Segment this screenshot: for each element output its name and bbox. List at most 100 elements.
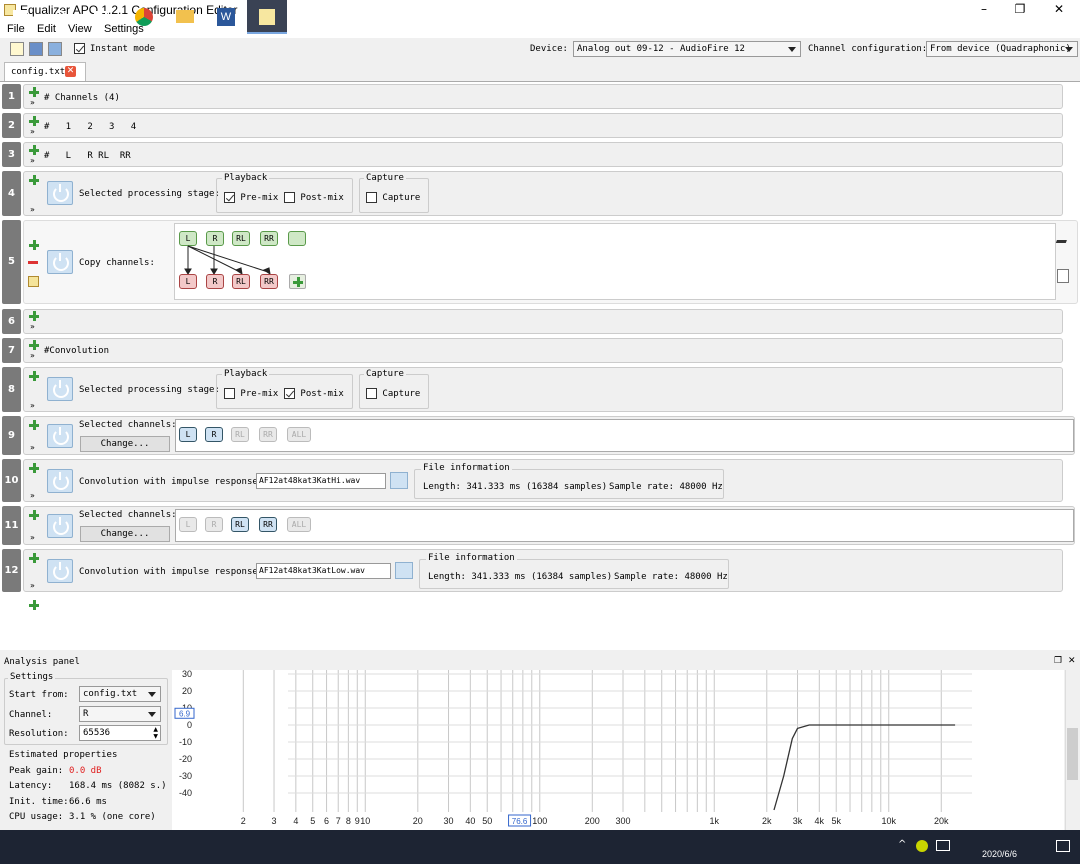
- open-file-icon[interactable]: [390, 472, 408, 489]
- add-icon[interactable]: [29, 371, 39, 381]
- power-icon[interactable]: [47, 514, 73, 538]
- close-panel-icon[interactable]: ✕: [1068, 656, 1076, 666]
- minimize-button[interactable]: –: [965, 0, 1003, 20]
- add-icon[interactable]: [29, 145, 39, 155]
- expand-icon[interactable]: »: [30, 352, 35, 360]
- add-icon[interactable]: [29, 420, 39, 430]
- add-icon[interactable]: [29, 116, 39, 126]
- channel-r[interactable]: R: [205, 427, 223, 442]
- windows-start-icon[interactable]: [0, 0, 40, 34]
- open-file-icon[interactable]: [395, 562, 413, 579]
- close-button[interactable]: ✕: [1040, 0, 1078, 20]
- add-filter-icon[interactable]: [29, 600, 39, 610]
- tray-app-icon[interactable]: [916, 840, 928, 852]
- tab-config[interactable]: config.txt ✕: [4, 62, 86, 81]
- premix-checkbox[interactable]: Pre-mix: [224, 388, 278, 399]
- notes-icon[interactable]: [1057, 269, 1069, 283]
- maximize-button[interactable]: ❐: [1001, 0, 1039, 20]
- add-icon[interactable]: [29, 175, 39, 185]
- add-icon[interactable]: [29, 240, 39, 250]
- expand-icon[interactable]: »: [30, 444, 35, 452]
- chevron-down-icon: [148, 712, 156, 717]
- channel-config-select[interactable]: From device (Quadraphonic): [926, 41, 1078, 57]
- power-icon[interactable]: [47, 469, 73, 493]
- impulse-file-input[interactable]: AF12at48kat3KatLow.wav: [256, 563, 391, 579]
- open-file-icon[interactable]: [29, 42, 43, 56]
- channel-all[interactable]: ALL: [287, 517, 311, 532]
- frequency-response-chart[interactable]: 3020100-10-20-30-40234567891020304050100…: [172, 670, 1064, 830]
- tray-chevron-icon[interactable]: ^: [898, 839, 906, 850]
- convolution-label: Convolution with impulse response:: [79, 477, 264, 487]
- add-target-button[interactable]: [289, 274, 306, 289]
- save-file-icon[interactable]: [48, 42, 62, 56]
- channel-select[interactable]: R: [79, 706, 161, 722]
- vertical-scrollbar[interactable]: [1065, 670, 1078, 830]
- search-icon[interactable]: [41, 0, 81, 34]
- task-view-icon[interactable]: [81, 0, 121, 34]
- channel-all[interactable]: ALL: [287, 427, 311, 442]
- power-icon[interactable]: [47, 559, 73, 583]
- premix-checkbox[interactable]: Pre-mix: [224, 192, 278, 203]
- notification-icon[interactable]: [1056, 840, 1070, 852]
- add-icon[interactable]: [29, 510, 39, 520]
- expand-icon[interactable]: »: [30, 492, 35, 500]
- spinner-icon[interactable]: ▲ ▼: [153, 726, 158, 740]
- channel-rl[interactable]: RL: [231, 517, 249, 532]
- power-icon[interactable]: [47, 424, 73, 448]
- chrome-icon[interactable]: [124, 0, 164, 34]
- device-select[interactable]: Analog out 09-12 - AudioFire 12: [573, 41, 801, 57]
- row-text[interactable]: #Convolution: [44, 346, 109, 356]
- channel-rr[interactable]: RR: [259, 517, 277, 532]
- add-icon[interactable]: [29, 311, 39, 321]
- target-channel-l[interactable]: L: [179, 274, 197, 289]
- postmix-checkbox[interactable]: Post-mix: [284, 388, 344, 399]
- new-file-icon[interactable]: [10, 42, 24, 56]
- remove-icon[interactable]: [28, 261, 38, 264]
- change-button[interactable]: Change...: [80, 436, 170, 452]
- add-icon[interactable]: [29, 463, 39, 473]
- expand-icon[interactable]: »: [30, 534, 35, 542]
- start-from-select[interactable]: config.txt: [79, 686, 161, 702]
- expand-icon[interactable]: »: [30, 582, 35, 590]
- power-icon[interactable]: [47, 181, 73, 205]
- tray-clock[interactable]: 2020/6/6: [982, 849, 1017, 859]
- word-icon[interactable]: W: [206, 0, 246, 34]
- row-number: 2: [2, 113, 21, 138]
- add-icon[interactable]: [29, 340, 39, 350]
- channel-r[interactable]: R: [205, 517, 223, 532]
- power-icon[interactable]: [47, 377, 73, 401]
- channel-l[interactable]: L: [179, 517, 197, 532]
- row-text[interactable]: # L R RL RR: [44, 151, 131, 161]
- target-channel-r[interactable]: R: [206, 274, 224, 289]
- resolution-spinbox[interactable]: 65536 ▲ ▼: [79, 725, 161, 741]
- expand-icon[interactable]: »: [30, 157, 35, 165]
- channel-rr[interactable]: RR: [259, 427, 277, 442]
- add-icon[interactable]: [29, 553, 39, 563]
- equalizer-apo-icon[interactable]: [247, 0, 287, 34]
- expand-icon[interactable]: »: [30, 402, 35, 410]
- edit-icon[interactable]: [28, 276, 39, 287]
- expand-icon[interactable]: »: [30, 99, 35, 107]
- tab-close-icon[interactable]: ✕: [65, 66, 76, 77]
- expand-icon[interactable]: »: [30, 128, 35, 136]
- float-panel-icon[interactable]: ❐: [1054, 656, 1062, 666]
- channel-rl[interactable]: RL: [231, 427, 249, 442]
- expand-icon[interactable]: »: [30, 323, 35, 331]
- file-explorer-icon[interactable]: [165, 0, 205, 34]
- change-button[interactable]: Change...: [80, 526, 170, 542]
- channel-l[interactable]: L: [179, 427, 197, 442]
- expand-icon[interactable]: »: [30, 206, 35, 214]
- capture-checkbox[interactable]: Capture: [366, 192, 420, 203]
- target-channel-rr[interactable]: RR: [260, 274, 278, 289]
- row-text[interactable]: # 1 2 3 4: [44, 122, 136, 132]
- instant-mode-checkbox[interactable]: [74, 43, 85, 54]
- capture-checkbox[interactable]: Capture: [366, 388, 420, 399]
- impulse-file-input[interactable]: AF12at48kat3KatHi.wav: [256, 473, 386, 489]
- postmix-checkbox[interactable]: Post-mix: [284, 192, 344, 203]
- scroll-thumb[interactable]: [1067, 728, 1078, 780]
- row-text[interactable]: # Channels (4): [44, 93, 120, 103]
- network-icon[interactable]: [936, 840, 950, 851]
- add-icon[interactable]: [29, 87, 39, 97]
- target-channel-rl[interactable]: RL: [232, 274, 250, 289]
- power-icon[interactable]: [47, 250, 73, 274]
